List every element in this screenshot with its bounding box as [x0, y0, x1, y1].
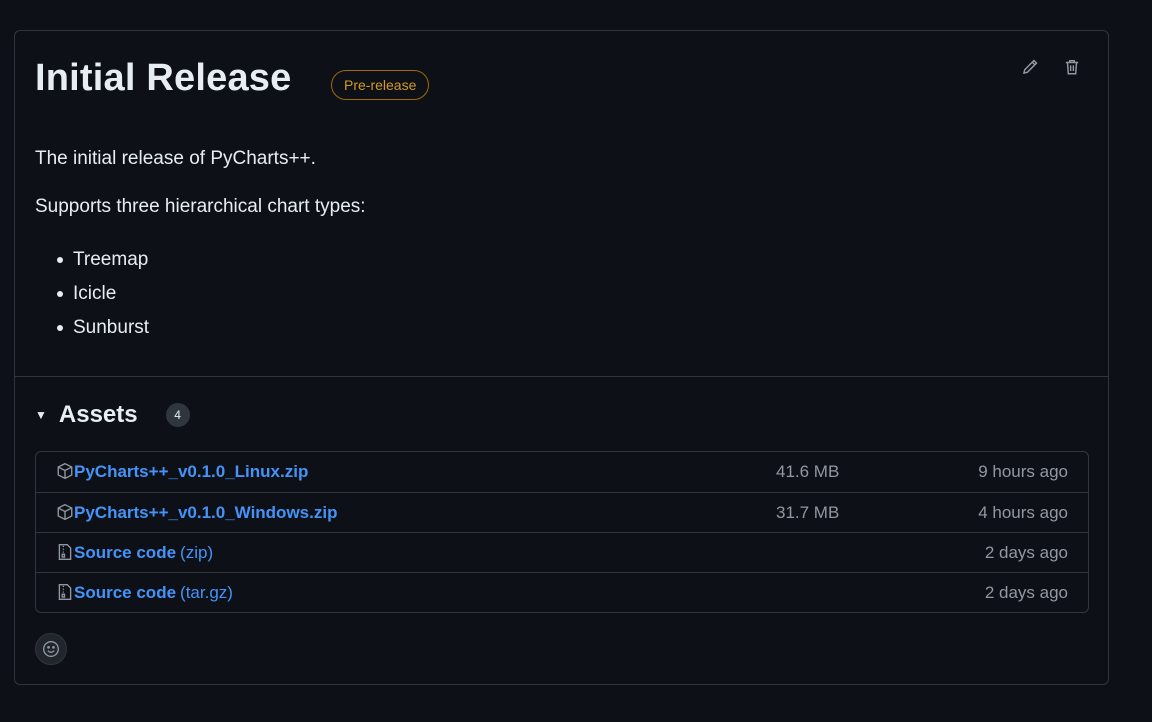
- description-text: The initial release of PyCharts++.: [35, 148, 316, 169]
- asset-name: Source code: [74, 543, 177, 562]
- release-actions: [1020, 55, 1082, 79]
- assets-title: Assets: [58, 401, 138, 428]
- asset-size: 31.7 MB: [776, 503, 840, 522]
- caret-down-icon[interactable]: ▼: [35, 408, 47, 422]
- file-zip-icon: [58, 544, 72, 560]
- smiley-icon: [43, 641, 59, 657]
- asset-format: (zip): [180, 543, 214, 562]
- file-zip-icon: [58, 584, 72, 600]
- assets-count-badge: 4: [165, 403, 190, 427]
- asset-time: 2 days ago: [984, 543, 1068, 562]
- edit-button[interactable]: [1020, 55, 1040, 79]
- asset-row: PyCharts++_v0.1.0_Linux.zip 41.6 MB 9 ho…: [36, 452, 1088, 492]
- chart-type-list: Treemap Icicle Sunburst: [53, 243, 366, 345]
- asset-time: 9 hours ago: [978, 462, 1068, 481]
- asset-time: 4 hours ago: [978, 503, 1068, 522]
- asset-link[interactable]: PyCharts++_v0.1.0_Linux.zip: [74, 462, 308, 482]
- asset-name: PyCharts++_v0.1.0_Windows.zip: [74, 503, 338, 522]
- assets-header: ▼ Assets 4: [35, 401, 190, 429]
- pencil-icon: [1022, 59, 1038, 75]
- asset-name: PyCharts++_v0.1.0_Linux.zip: [74, 462, 309, 481]
- release-title: Initial Release: [35, 57, 292, 99]
- asset-row: PyCharts++_v0.1.0_Windows.zip 31.7 MB 4 …: [36, 492, 1088, 532]
- delete-button[interactable]: [1062, 55, 1082, 79]
- release-notes: The initial release of PyCharts++. Suppo…: [35, 147, 366, 345]
- add-reaction-button[interactable]: [35, 633, 67, 665]
- asset-link[interactable]: Source code (tar.gz): [74, 583, 233, 603]
- list-item: Treemap: [53, 243, 366, 277]
- pre-release-badge: Pre-release: [331, 70, 430, 100]
- release-header: Initial Release Pre-release The initial …: [15, 31, 1108, 377]
- asset-format: (tar.gz): [180, 583, 233, 602]
- list-item: Sunburst: [53, 311, 366, 345]
- assets-table: PyCharts++_v0.1.0_Linux.zip 41.6 MB 9 ho…: [35, 451, 1089, 613]
- supports-text: Supports three hierarchical chart types:: [35, 196, 366, 217]
- asset-row: Source code (tar.gz) 2 days ago: [36, 572, 1088, 612]
- asset-time: 2 days ago: [984, 583, 1068, 602]
- asset-link[interactable]: PyCharts++_v0.1.0_Windows.zip: [74, 503, 337, 523]
- package-icon: [57, 462, 73, 480]
- trash-icon: [1065, 59, 1079, 75]
- package-icon: [57, 503, 73, 521]
- asset-size: 41.6 MB: [776, 462, 840, 481]
- asset-link[interactable]: Source code (zip): [74, 543, 213, 563]
- asset-name: Source code: [74, 583, 177, 602]
- asset-row: Source code (zip) 2 days ago: [36, 532, 1088, 572]
- release-card: Initial Release Pre-release The initial …: [14, 30, 1109, 685]
- list-item: Icicle: [53, 277, 366, 311]
